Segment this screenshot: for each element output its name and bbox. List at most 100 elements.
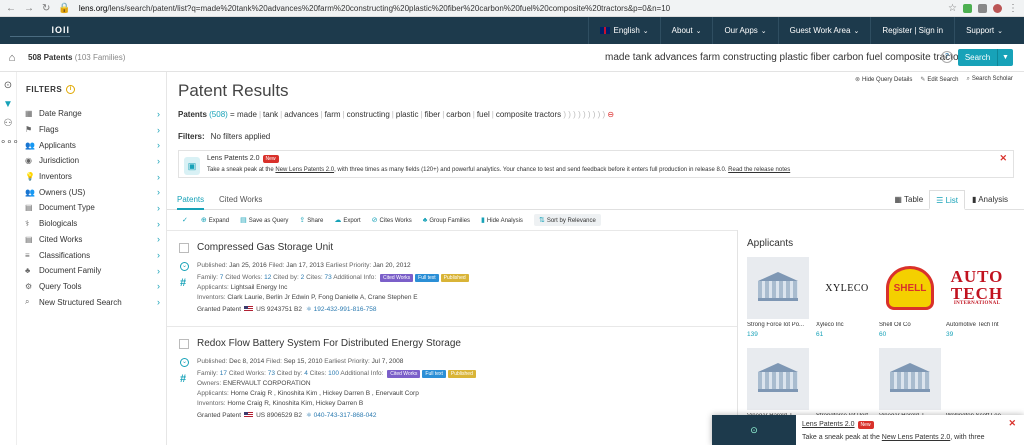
filter-item[interactable]: 👥 Applicants › xyxy=(17,137,166,153)
menu-item-2[interactable]: Our Apps ⌄ xyxy=(712,17,777,44)
cites-works-button[interactable]: ⊘ Cites Works xyxy=(372,216,412,224)
reload-icon[interactable]: ↻ xyxy=(42,3,50,14)
published-badge[interactable]: Published xyxy=(447,370,476,378)
clear-query-icon[interactable]: ⊖ xyxy=(607,110,614,119)
forward-icon[interactable]: → xyxy=(24,3,34,14)
help-icon[interactable]: ? xyxy=(941,51,953,63)
applicant-card[interactable]: Strong Force Iot Po... 139 xyxy=(747,257,809,345)
hide-analysis-button[interactable]: ▮ Hide Analysis xyxy=(481,216,523,224)
filter-icon[interactable]: ▼ xyxy=(0,99,16,110)
save-as-query-button[interactable]: ▤ Save as Query xyxy=(240,216,288,224)
result-title[interactable]: Redox Flow Battery System For Distribute… xyxy=(197,338,461,349)
search-bar: ⌂ 508 Patents (103 Families) made tank a… xyxy=(0,44,1024,72)
applicant-card[interactable]: AUTO TECH INTERNATIONAL Automotive Tech In… xyxy=(946,257,1008,345)
search-button[interactable]: Search ▼ xyxy=(958,49,1013,66)
filter-item[interactable]: ▦ Date Range › xyxy=(17,106,166,122)
people-icon[interactable]: ⚇ xyxy=(0,118,16,129)
sort-dropdown[interactable]: ⇅ Sort by Relevance xyxy=(533,214,601,226)
menu-item-4[interactable]: Register | Sign in xyxy=(870,17,954,44)
menu-item-3[interactable]: Guest Work Area ⌄ xyxy=(777,17,871,44)
chevron-down-icon[interactable]: ▼ xyxy=(997,49,1013,66)
chevron-right-icon: › xyxy=(157,140,160,151)
filter-item[interactable]: 💡 Inventors › xyxy=(17,169,166,185)
patent-number[interactable]: US 9243751 B2 xyxy=(256,306,302,313)
applicant-card[interactable]: SHELL Shell Oil Co 60 xyxy=(879,257,941,345)
collapse-icon[interactable]: ⊙ xyxy=(0,80,16,91)
filter-item[interactable]: ⚑ Flags › xyxy=(17,122,166,138)
tab-list[interactable]: ☰ List xyxy=(929,190,966,210)
export-button[interactable]: ☁ Export xyxy=(334,216,360,224)
avatar[interactable] xyxy=(993,3,1002,13)
tab-cited-works[interactable]: Cited Works xyxy=(219,195,262,204)
info-icon[interactable]: i xyxy=(66,84,76,94)
result-checkbox[interactable] xyxy=(179,243,189,253)
full-text-badge[interactable]: Full text xyxy=(422,370,446,378)
result-checkbox[interactable] xyxy=(179,339,189,349)
meta-value[interactable]: 12 xyxy=(264,274,271,281)
back-icon[interactable]: ← xyxy=(6,3,16,14)
group-families-button[interactable]: ♣ Group Families xyxy=(423,217,470,224)
meta-value[interactable]: 73 xyxy=(325,274,332,281)
kebab-menu-icon[interactable]: ⋮ xyxy=(1008,3,1018,14)
filter-item[interactable]: 👥 Owners (US) › xyxy=(17,184,166,200)
close-icon[interactable]: ✕ xyxy=(999,153,1007,164)
filter-item[interactable]: ▤ Document Type › xyxy=(17,200,166,216)
share-button[interactable]: ⇪ Share xyxy=(299,216,323,224)
filter-item[interactable]: ♣ Document Family › xyxy=(17,263,166,279)
patent-number[interactable]: US 8906529 B2 xyxy=(256,412,302,419)
applicant-count[interactable]: 139 xyxy=(747,331,809,338)
lens-logo[interactable]: lOll xyxy=(10,25,70,37)
applicant-count[interactable]: 39 xyxy=(946,331,1008,338)
meta-value[interactable]: 73 xyxy=(268,370,275,377)
tab-patents[interactable]: Patents xyxy=(177,195,205,210)
star-icon[interactable]: ☆ xyxy=(948,3,957,14)
menu-item-5[interactable]: Support ⌄ xyxy=(954,17,1014,44)
extension-icon[interactable] xyxy=(963,3,972,13)
edit-search-link[interactable]: ✎ Edit Search xyxy=(920,76,958,83)
menu-item-1[interactable]: About ⌄ xyxy=(659,17,713,44)
more-icon[interactable]: ∘∘∘ xyxy=(0,137,19,148)
toast-link[interactable]: New Lens Patents 2.0 xyxy=(882,434,951,441)
tab-analysis[interactable]: ▮ Analysis xyxy=(965,190,1014,210)
chevron-right-icon: › xyxy=(157,218,160,229)
applicant-count[interactable]: 60 xyxy=(879,331,941,338)
close-icon[interactable]: ✕ xyxy=(1008,418,1016,429)
expand-button[interactable]: ⊕ Expand xyxy=(201,216,229,224)
search-query[interactable]: made tank advances farm constructing pla… xyxy=(605,52,967,63)
applied-filters: Filters: No filters applied xyxy=(178,132,270,141)
extension-icon[interactable] xyxy=(978,3,987,13)
banner-link[interactable]: New Lens Patents 2.0 xyxy=(275,167,334,173)
lens-id[interactable]: 040-743-317-868-042 xyxy=(314,412,377,419)
filter-item[interactable]: ◉ Jurisdiction › xyxy=(17,153,166,169)
uk-flag-icon xyxy=(599,27,610,34)
filter-item[interactable]: ⌕ New Structured Search › xyxy=(17,294,166,310)
toast-title-link[interactable]: Lens Patents 2.0 xyxy=(802,421,855,428)
home-icon[interactable]: ⌂ xyxy=(4,52,20,64)
cited-works-badge[interactable]: Cited Works xyxy=(387,370,421,378)
select-all-icon[interactable]: ✓ xyxy=(182,216,188,224)
hide-query-details-link[interactable]: ⊗ Hide Query Details xyxy=(855,76,912,83)
expand-icon[interactable]: ⌄ xyxy=(180,262,189,271)
applicant-card[interactable]: XYLECO Xyleco Inc 61 xyxy=(816,257,878,345)
meta-value[interactable]: 17 xyxy=(220,370,227,377)
meta-value[interactable]: 100 xyxy=(328,370,339,377)
lens-id[interactable]: 192-432-991-816-758 xyxy=(314,306,377,313)
tab-table[interactable]: ▦ Table xyxy=(887,190,929,210)
meta-value[interactable]: 2 xyxy=(301,274,305,281)
expand-icon[interactable]: ⌄ xyxy=(180,358,189,367)
meta-value[interactable]: 4 xyxy=(304,370,308,377)
applicant-count[interactable]: 61 xyxy=(816,331,878,338)
filter-item[interactable]: ▤ Cited Works › xyxy=(17,232,166,248)
filter-item[interactable]: ⚙ Query Tools › xyxy=(17,279,166,295)
meta-value[interactable]: 7 xyxy=(220,274,224,281)
full-text-badge[interactable]: Full text xyxy=(415,274,439,282)
cited-works-badge[interactable]: Cited Works xyxy=(380,274,414,282)
filter-item[interactable]: ⚕ Biologicals › xyxy=(17,216,166,232)
search-scholar-link[interactable]: ⌕ Search Scholar xyxy=(966,76,1012,83)
result-title[interactable]: Compressed Gas Storage Unit xyxy=(197,242,333,253)
published-badge[interactable]: Published xyxy=(440,274,469,282)
menu-item-0[interactable]: English ⌄ xyxy=(587,17,660,44)
release-notes-link[interactable]: Read the release notes xyxy=(728,167,790,173)
filter-item[interactable]: ≡ Classifications › xyxy=(17,247,166,263)
address-bar[interactable]: lens.org/lens/search/patent/list?q=made%… xyxy=(79,4,940,13)
